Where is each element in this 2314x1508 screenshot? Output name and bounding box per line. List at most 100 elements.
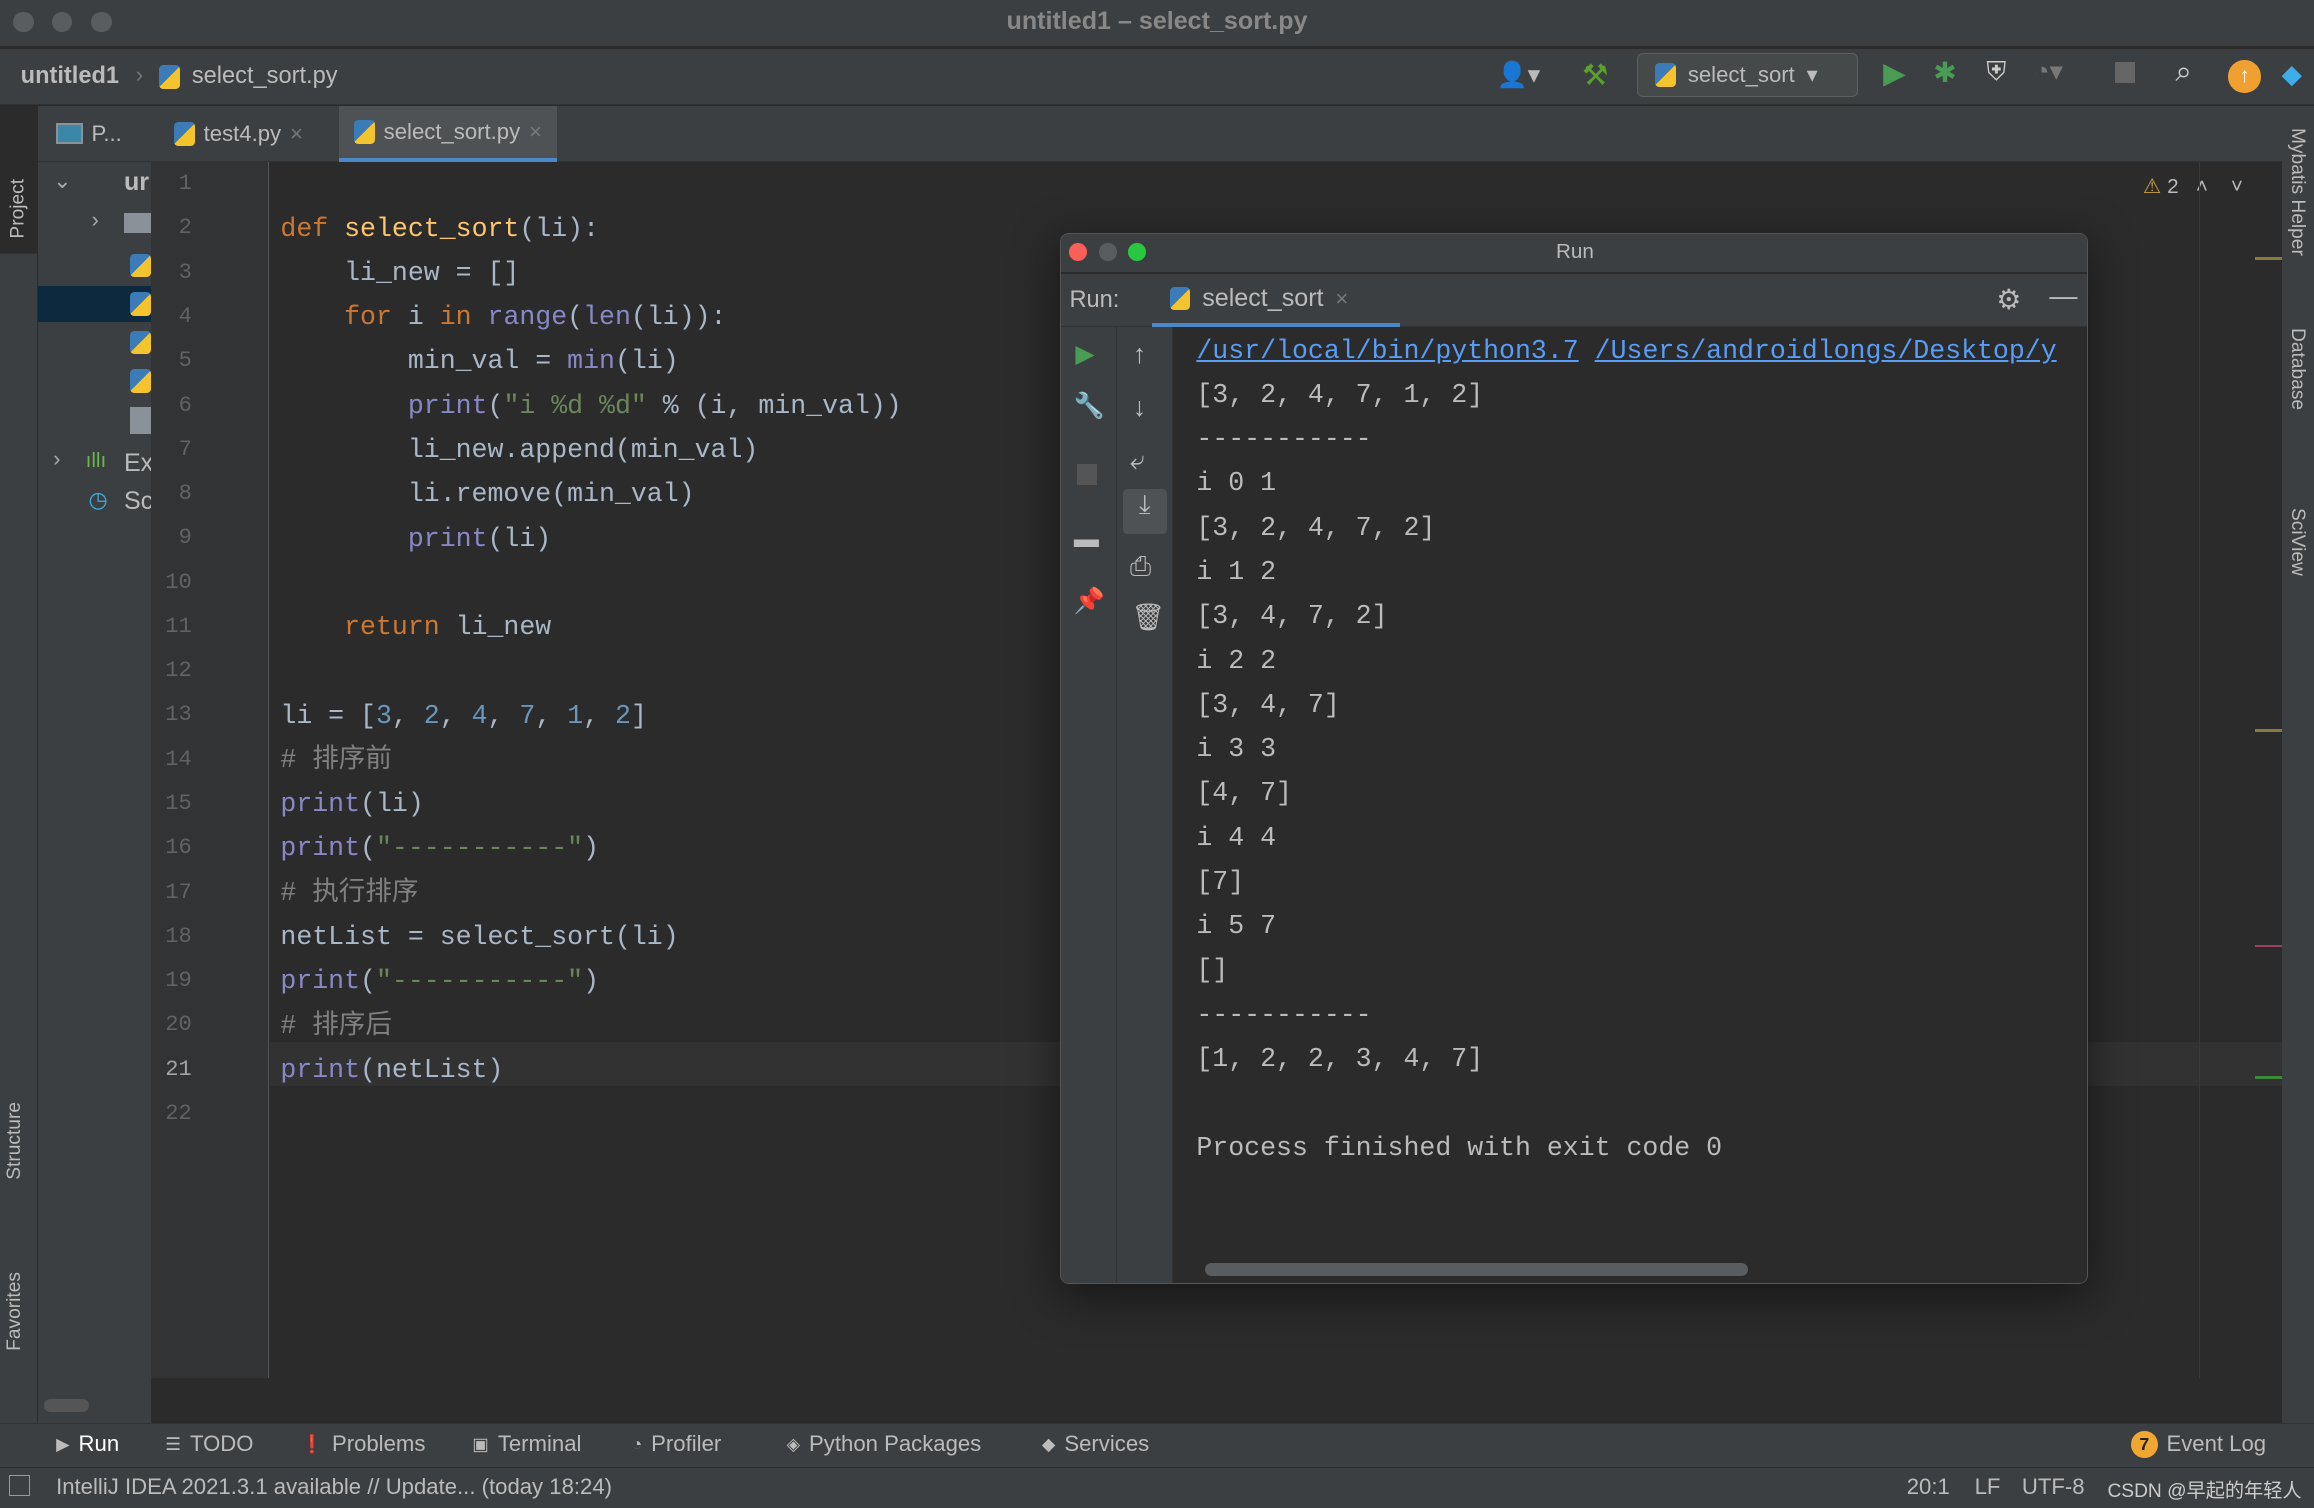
chevron-down-icon[interactable]: ˅: [2231, 175, 2243, 198]
status-message[interactable]: IntelliJ IDEA 2021.3.1 available // Upda…: [56, 1474, 612, 1500]
vertical-scrollbar[interactable]: [2061, 327, 2088, 1257]
chevron-up-icon[interactable]: ˄: [2196, 175, 2208, 198]
project-view-selector[interactable]: P...: [38, 106, 151, 163]
profile-icon[interactable]: ◔▾: [2034, 56, 2063, 87]
stop-icon[interactable]: [2114, 61, 2136, 83]
line-number: 21: [165, 1056, 192, 1082]
close-icon[interactable]: ×: [290, 121, 303, 147]
chevron-down-icon[interactable]: ⌄: [53, 168, 72, 194]
search-icon[interactable]: ⌕: [2175, 55, 2192, 89]
line-number: 18: [165, 923, 192, 949]
mybatis-helper-tool-button[interactable]: Mybatis Helper: [2286, 128, 2308, 256]
python-file-icon[interactable]: [129, 368, 151, 393]
code-line[interactable]: print(netList): [280, 1048, 503, 1092]
horizontal-scrollbar-thumb[interactable]: [1205, 1262, 1749, 1277]
tool-tab-python-packages[interactable]: ◈ Python Packages: [787, 1431, 982, 1457]
coverage-icon[interactable]: ⛨: [1986, 56, 2006, 88]
code-token: li_new: [455, 612, 552, 643]
python-file-icon[interactable]: [129, 330, 151, 355]
layout-icon[interactable]: ▬: [1074, 525, 1099, 554]
cursor-position[interactable]: 20:1: [1907, 1474, 1950, 1500]
run-tab-select-sort[interactable]: select_sort ×: [1152, 274, 1401, 328]
code-line[interactable]: li.remove(min_val): [280, 472, 695, 516]
arrow-down-icon[interactable]: ↓: [1133, 392, 1146, 423]
python-file-icon[interactable]: [129, 292, 151, 316]
chevron-right-icon[interactable]: ›: [53, 446, 60, 472]
code-line[interactable]: min_val = min(li): [280, 339, 679, 383]
tab-test4[interactable]: test4.py ×: [159, 106, 317, 162]
tab-select-sort[interactable]: select_sort.py ×: [339, 106, 557, 163]
code-line[interactable]: # 执行排序: [280, 871, 418, 915]
tool-tab-run[interactable]: ▶ Run: [56, 1431, 119, 1457]
file-encoding[interactable]: UTF-8: [2022, 1474, 2085, 1500]
code-line[interactable]: print("i %d %d" % (i, min_val)): [280, 384, 902, 428]
database-tool-button[interactable]: Database: [2286, 328, 2308, 410]
structure-tool-button[interactable]: Structure: [4, 1102, 26, 1180]
console-output[interactable]: /usr/local/bin/python3.7 /Users/androidl…: [1172, 327, 2062, 1257]
script-path-link[interactable]: /Users/androidlongs/Desktop/y: [1595, 336, 2057, 366]
warning-count: 2: [2167, 175, 2179, 199]
trash-icon[interactable]: 🗑: [1131, 602, 1165, 633]
line-separator[interactable]: LF: [1975, 1474, 2001, 1500]
code-token: ): [583, 833, 600, 864]
code-line[interactable]: print("-----------"): [280, 826, 599, 870]
scroll-to-end-icon[interactable]: ⤓: [1122, 489, 1167, 534]
toggle-tool-windows-icon[interactable]: [8, 1475, 30, 1496]
code-line[interactable]: def select_sort(li):: [280, 207, 599, 251]
soft-wrap-icon[interactable]: ⤶: [1130, 445, 1145, 477]
event-log-button[interactable]: 7 Event Log: [2131, 1431, 2266, 1458]
file-icon[interactable]: [129, 407, 151, 434]
user-icon[interactable]: 👤▾: [1496, 60, 1540, 90]
code-line[interactable]: li_new = []: [280, 251, 519, 295]
tool-tab-terminal[interactable]: ▣ Terminal: [472, 1431, 581, 1457]
debug-icon[interactable]: ✱: [1933, 56, 1957, 89]
run-icon[interactable]: ▶: [1883, 56, 1906, 91]
code-line[interactable]: li = [3, 2, 4, 7, 1, 2]: [280, 694, 647, 738]
arrow-up-icon[interactable]: ↑: [1133, 339, 1146, 370]
tool-tab-services[interactable]: ◆ Services: [1042, 1431, 1149, 1457]
code-line[interactable]: li_new.append(min_val): [280, 428, 758, 472]
window-title: untitled1 – select_sort.py: [1006, 7, 1308, 36]
update-icon[interactable]: ↑: [2228, 60, 2261, 93]
code-line[interactable]: netList = select_sort(li): [280, 915, 678, 959]
breadcrumb-file[interactable]: select_sort.py: [192, 63, 338, 90]
chevron-right-icon[interactable]: ›: [91, 207, 98, 233]
python-file-icon[interactable]: [129, 253, 151, 278]
code-line[interactable]: print("-----------"): [280, 959, 599, 1003]
code-line[interactable]: # 排序前: [280, 738, 392, 782]
gear-icon[interactable]: ⚙: [1996, 283, 2021, 316]
plugin-icon[interactable]: ◆: [2282, 59, 2302, 90]
hide-icon[interactable]: —: [2049, 280, 2077, 312]
favorites-tool-button[interactable]: Favorites: [4, 1272, 26, 1351]
project-tool-button[interactable]: Project: [0, 106, 37, 254]
run-config-select[interactable]: select_sort ▾: [1636, 53, 1859, 98]
tool-tab-label: TODO: [189, 1431, 254, 1457]
output-line: i 1 2: [1196, 556, 1277, 587]
code-line[interactable]: print(li): [280, 517, 551, 561]
code-token: def: [280, 213, 345, 244]
close-icon[interactable]: ×: [1335, 286, 1348, 312]
build-hammer-icon[interactable]: ⚒: [1582, 58, 1608, 93]
scratches[interactable]: Sc: [124, 487, 153, 516]
stop-icon[interactable]: [1076, 464, 1098, 486]
external-libraries[interactable]: Ex: [124, 449, 153, 478]
pin-icon[interactable]: 📌: [1074, 587, 1105, 616]
tool-tab-profiler[interactable]: ◔ Profiler: [632, 1431, 722, 1457]
code-line[interactable]: # 排序后: [280, 1004, 392, 1048]
code-line[interactable]: for i in range(len(li)):: [280, 295, 726, 339]
line-number: 1: [178, 171, 192, 197]
horizontal-scrollbar[interactable]: [44, 1399, 89, 1413]
wrench-icon[interactable]: 🔧: [1074, 392, 1105, 421]
rerun-icon[interactable]: ▶: [1075, 339, 1094, 369]
print-icon[interactable]: ⎙: [1130, 551, 1151, 583]
breadcrumb-project[interactable]: untitled1: [21, 63, 119, 90]
tool-tab-problems[interactable]: ❗ Problems: [301, 1431, 425, 1457]
tool-tab-todo[interactable]: ☰ TODO: [165, 1431, 253, 1457]
python-path-link[interactable]: /usr/local/bin/python3.7: [1196, 336, 1578, 366]
sciview-tool-button[interactable]: SciView: [2286, 508, 2308, 576]
code-line[interactable]: print(li): [280, 782, 423, 826]
inspection-widget[interactable]: ⚠ 2 ˄ ˅: [2143, 174, 2243, 199]
close-icon[interactable]: ×: [529, 119, 542, 145]
code-line[interactable]: return li_new: [280, 605, 551, 649]
tree-root[interactable]: ur: [124, 168, 149, 197]
